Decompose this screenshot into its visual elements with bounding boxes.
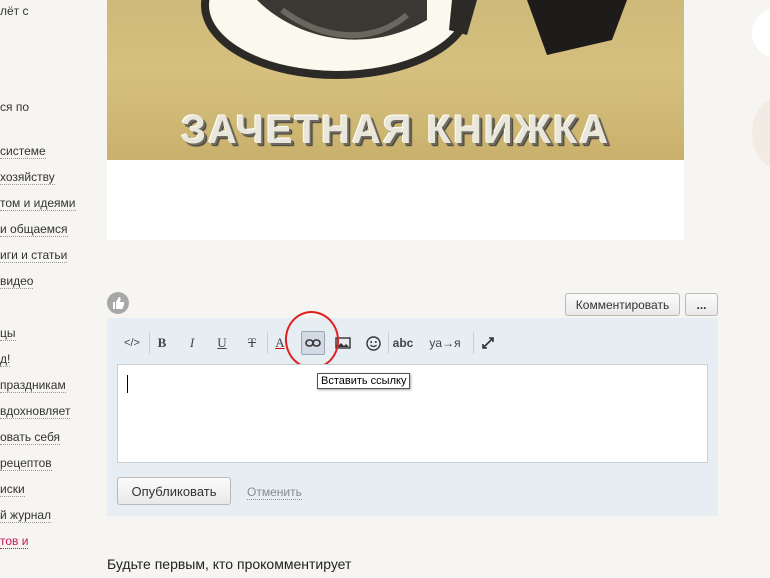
sidebar-nav: лёт с ся по системе хозяйству том и идея… <box>0 0 90 578</box>
annotation-circle <box>281 307 343 373</box>
sidebar-item[interactable]: системе <box>0 144 46 159</box>
publish-button[interactable]: Опубликовать <box>117 477 231 505</box>
underline-button[interactable]: U <box>213 332 231 354</box>
sidebar-item[interactable]: ся по <box>0 100 29 114</box>
sidebar-item[interactable]: видео <box>0 274 34 289</box>
right-decor-image <box>752 98 770 168</box>
toolbar-separator <box>388 332 389 354</box>
like-icon[interactable] <box>107 292 129 314</box>
sidebar-item[interactable]: д! <box>0 352 11 367</box>
bold-button[interactable]: B <box>153 332 171 354</box>
sidebar-item[interactable]: иги и статьи <box>0 248 68 263</box>
sidebar-item[interactable]: том и идеями <box>0 196 76 211</box>
toolbar-separator <box>149 332 150 354</box>
post-image-card: Зачетная книжка <box>107 0 684 240</box>
toolbar-separator <box>267 332 268 354</box>
cancel-link[interactable]: Отменить <box>247 485 302 500</box>
smiley-icon <box>365 335 381 351</box>
transliterate-button[interactable]: ya→я <box>425 332 465 354</box>
first-comment-text: Будьте первым, кто прокомментирует <box>107 556 352 572</box>
strikethrough-button[interactable]: T <box>243 332 261 354</box>
more-button[interactable]: ... <box>685 293 718 316</box>
thumb-up-icon <box>113 297 125 309</box>
sidebar-item[interactable]: лёт с <box>0 4 29 18</box>
fullscreen-button[interactable] <box>479 332 497 354</box>
sidebar-item[interactable]: й журнал <box>0 508 52 523</box>
right-avatar-circle[interactable] <box>752 8 770 58</box>
sidebar-item[interactable]: овать себя <box>0 430 61 445</box>
sidebar-item[interactable]: хозяйству <box>0 170 55 185</box>
spellcheck-button[interactable]: abc <box>391 332 415 354</box>
sidebar-item[interactable]: праздникам <box>0 378 66 393</box>
sidebar-item[interactable]: рецептов <box>0 456 52 471</box>
sidebar-item[interactable]: и общаемся <box>0 222 68 237</box>
book-cover-image: Зачетная книжка <box>107 0 684 160</box>
sidebar-item[interactable]: цы <box>0 326 16 341</box>
sidebar-item[interactable]: вдохновляет <box>0 404 71 419</box>
code-button[interactable]: </> <box>119 332 145 354</box>
sidebar-item-active[interactable]: тов и <box>0 534 29 549</box>
comment-editor: </> B I U T A abc ya→я Вставить ссылку О… <box>107 307 718 516</box>
text-caret <box>127 375 128 393</box>
comment-textarea[interactable] <box>117 364 708 463</box>
comment-button[interactable]: Комментировать <box>565 293 680 316</box>
insert-emoji-button[interactable] <box>363 332 383 354</box>
italic-button[interactable]: I <box>183 332 201 354</box>
sidebar-item[interactable]: иски <box>0 482 25 497</box>
insert-link-tooltip: Вставить ссылку <box>317 373 411 389</box>
book-title-text: Зачетная книжка <box>180 108 611 152</box>
toolbar-separator <box>473 332 474 354</box>
expand-icon <box>482 337 494 349</box>
